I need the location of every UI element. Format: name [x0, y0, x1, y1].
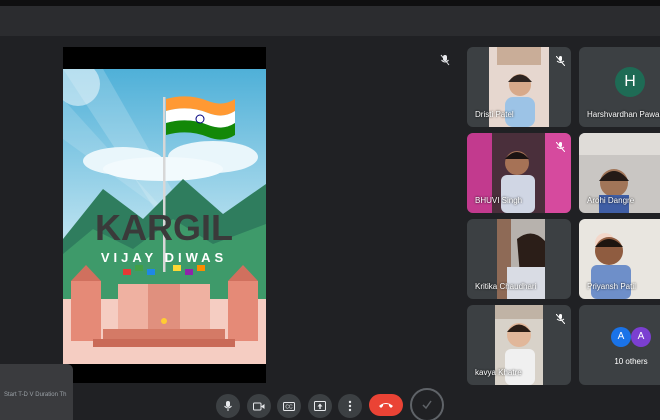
camera-button[interactable]	[247, 394, 271, 418]
mic-off-icon	[555, 139, 566, 157]
microphone-button[interactable]	[216, 394, 240, 418]
participant-tile-kritika[interactable]: Kritika Chaudhari	[467, 219, 571, 299]
recording-popup[interactable]: Start T-D V Duration Th	[0, 364, 73, 420]
participant-name: Harshvardhan Pawar	[587, 110, 660, 119]
participant-name: Arohi Dangre	[587, 196, 635, 205]
popup-text: Start T-D V Duration Th	[4, 392, 67, 398]
participant-name: kavya Khatre	[475, 368, 522, 377]
presentation-screen[interactable]: KARGIL VIJAY DIWAS ||| ○ ‹	[63, 47, 266, 383]
more-options-button[interactable]	[338, 394, 362, 418]
top-strip	[0, 0, 660, 6]
more-vert-icon	[348, 400, 352, 412]
participant-name: BHUVI Singh	[475, 196, 523, 205]
present-button[interactable]	[308, 394, 332, 418]
captions-button[interactable]: CC	[277, 394, 301, 418]
top-bar	[0, 0, 660, 36]
hang-up-icon	[379, 403, 393, 408]
participant-tile-arohi[interactable]: Arohi Dangre	[579, 133, 660, 213]
mic-icon	[224, 401, 232, 411]
svg-text:CC: CC	[285, 404, 293, 410]
checkmark-icon	[422, 400, 432, 410]
participant-tile-kavya[interactable]: kavya Khatre	[467, 305, 571, 385]
participant-tile-bhuvi[interactable]: BHUVI Singh	[467, 133, 571, 213]
participant-tile-dristi[interactable]: Dristi Patel	[467, 47, 571, 127]
participant-tile-harshvardhan[interactable]: H Harshvardhan Pawar	[579, 47, 660, 127]
end-call-button[interactable]	[369, 394, 403, 416]
captions-icon: CC	[283, 401, 295, 411]
presentation-mic-off-icon	[440, 53, 450, 71]
participant-name: Priyansh Patil	[587, 282, 636, 291]
poster-title: KARGIL	[95, 207, 233, 248]
avatar: H	[615, 67, 645, 97]
others-count: 10 others	[614, 357, 648, 366]
raise-hand-button[interactable]	[410, 388, 444, 420]
camera-icon	[253, 402, 265, 410]
avatar: A	[611, 327, 631, 347]
present-screen-icon	[314, 401, 326, 411]
participant-name: Kritika Chaudhari	[475, 282, 537, 291]
participant-name: Dristi Patel	[475, 110, 514, 119]
avatar: A	[631, 327, 651, 347]
others-tile[interactable]: A A 10 others	[579, 305, 660, 385]
mic-off-icon	[555, 53, 566, 71]
kargil-poster: KARGIL VIJAY DIWAS	[63, 69, 266, 364]
mic-off-icon	[555, 311, 566, 329]
poster-subtitle: VIJAY DIWAS	[101, 250, 227, 265]
participant-tile-priyansh[interactable]: Priyansh Patil	[579, 219, 660, 299]
